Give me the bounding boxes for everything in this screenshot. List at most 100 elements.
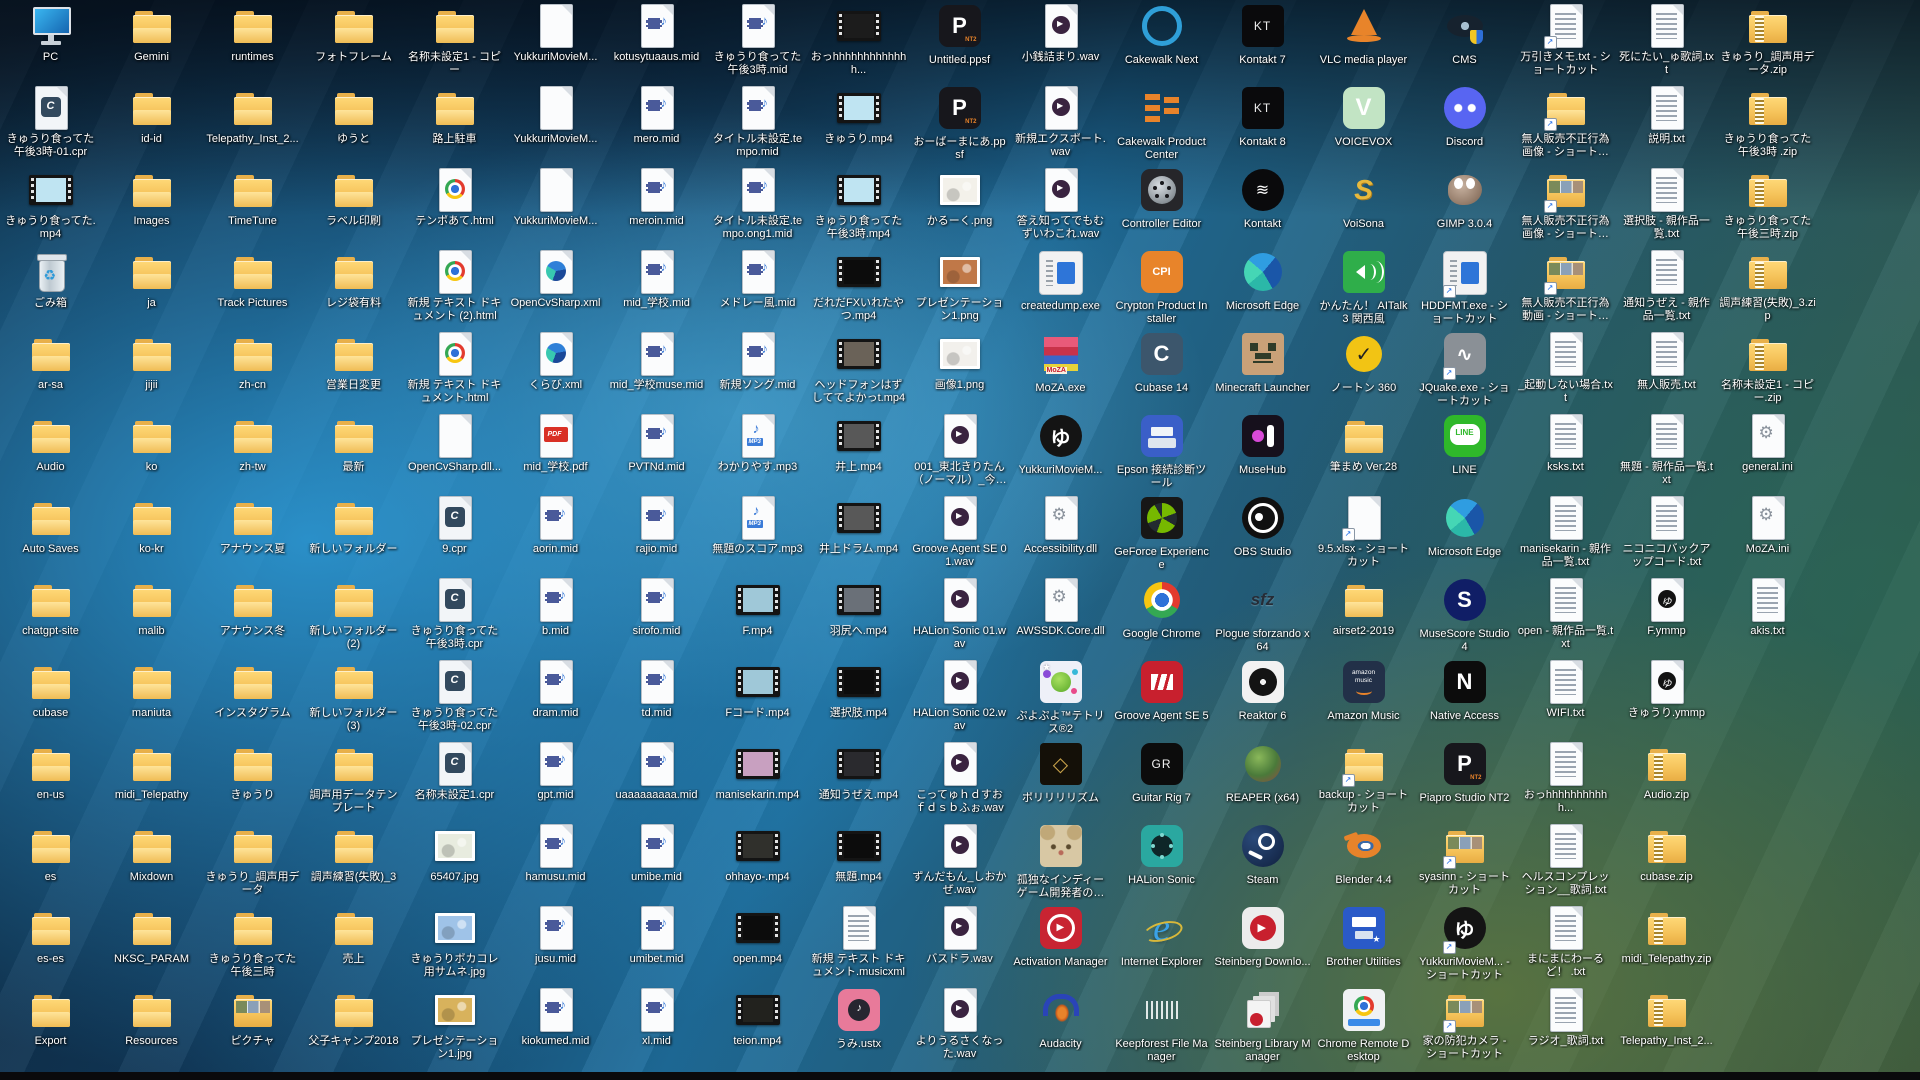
desktop-icon[interactable]: dram.mid: [505, 656, 606, 738]
desktop-icon[interactable]: プレゼンテーション1.jpg: [404, 984, 505, 1066]
desktop-icon[interactable]: en-us: [0, 738, 101, 820]
desktop-icon[interactable]: kiokumed.mid: [505, 984, 606, 1066]
desktop-icon[interactable]: Minecraft Launcher: [1212, 328, 1313, 410]
desktop-icon[interactable]: Brother Utilities: [1313, 902, 1414, 984]
desktop-icon[interactable]: PVTNd.mid: [606, 410, 707, 492]
desktop-icon[interactable]: teion.mp4: [707, 984, 808, 1066]
desktop-icon[interactable]: rajio.mid: [606, 492, 707, 574]
desktop-icon[interactable]: CMS: [1414, 0, 1515, 82]
desktop-icon[interactable]: mid_学校.mid: [606, 246, 707, 328]
desktop-icon[interactable]: Plogue sforzando x64: [1212, 574, 1313, 656]
desktop-icon[interactable]: Microsoft Edge: [1212, 246, 1313, 328]
desktop-icon[interactable]: Piapro Studio NT2: [1414, 738, 1515, 820]
desktop-icon[interactable]: GeForce Experience: [1111, 492, 1212, 574]
desktop-icon[interactable]: ko-kr: [101, 492, 202, 574]
desktop-icon[interactable]: Steinberg Library Manager: [1212, 984, 1313, 1066]
desktop-icon[interactable]: ラベル印刷: [303, 164, 404, 246]
desktop-icon[interactable]: Activation Manager: [1010, 902, 1111, 984]
desktop-icon[interactable]: 父子キャンプ2018: [303, 984, 404, 1066]
desktop-icon[interactable]: jusu.mid: [505, 902, 606, 984]
desktop-icon[interactable]: よりうるさくなった.wav: [909, 984, 1010, 1066]
desktop-icon[interactable]: mid_学校muse.mid: [606, 328, 707, 410]
desktop-icon[interactable]: きゅうり食ってた午後3時 .zip: [1717, 82, 1818, 164]
desktop-icon[interactable]: Untitled.ppsf: [909, 0, 1010, 82]
desktop-icon[interactable]: akis.txt: [1717, 574, 1818, 656]
desktop-icon[interactable]: だれだFXいれたやつ.mp4: [808, 246, 909, 328]
desktop-icon[interactable]: ぷよぷよ™テトリス®2: [1010, 656, 1111, 738]
desktop-icon[interactable]: syasinn - ショートカット: [1414, 820, 1515, 902]
desktop-icon[interactable]: Guitar Rig 7: [1111, 738, 1212, 820]
desktop-icon[interactable]: ゆうと: [303, 82, 404, 164]
desktop-icon[interactable]: 名称未設定1.cpr: [404, 738, 505, 820]
desktop-icon[interactable]: きゅうり食ってた.mp4: [0, 164, 101, 246]
desktop-icon[interactable]: ヘッドフォンはずしててよかっt.mp4: [808, 328, 909, 410]
desktop-icon[interactable]: 無人販売不正行為動画 - ショートカット: [1515, 246, 1616, 328]
desktop-icon[interactable]: midi_Telepathy: [101, 738, 202, 820]
desktop-icon[interactable]: GIMP 3.0.4: [1414, 164, 1515, 246]
desktop-icon[interactable]: NKSC_PARAM: [101, 902, 202, 984]
desktop-icon[interactable]: TimeTune: [202, 164, 303, 246]
desktop-icon[interactable]: Audacity: [1010, 984, 1111, 1066]
desktop-icon[interactable]: こってゅｈｄすおｆｄｓｂふぉ.wav: [909, 738, 1010, 820]
desktop-icon[interactable]: ラジオ_歌詞.txt: [1515, 984, 1616, 1066]
desktop-icon[interactable]: OpenCvSharp.xml: [505, 246, 606, 328]
desktop-icon[interactable]: 無題 - 親作品一覧.txt: [1616, 410, 1717, 492]
desktop-icon[interactable]: きゅうり_調声用データ: [202, 820, 303, 902]
desktop-icon[interactable]: きゅうり食ってた午後3時-01.cpr: [0, 82, 101, 164]
desktop-icon[interactable]: Steam: [1212, 820, 1313, 902]
desktop-icon[interactable]: cubase: [0, 656, 101, 738]
desktop-icon[interactable]: open.mp4: [707, 902, 808, 984]
desktop-icon[interactable]: きゅうり食ってた午後3時-02.cpr: [404, 656, 505, 738]
desktop-icon[interactable]: Cakewalk Product Center: [1111, 82, 1212, 164]
desktop-icon[interactable]: Gemini: [101, 0, 202, 82]
desktop-icon[interactable]: jijii: [101, 328, 202, 410]
desktop-icon[interactable]: Export: [0, 984, 101, 1066]
desktop-icon[interactable]: 無題.mp4: [808, 820, 909, 902]
desktop-icon[interactable]: 小銭詰まり.wav: [1010, 0, 1111, 82]
desktop-icon[interactable]: zh-tw: [202, 410, 303, 492]
desktop-icon[interactable]: 9.cpr: [404, 492, 505, 574]
desktop-icon[interactable]: Track Pictures: [202, 246, 303, 328]
desktop-icon[interactable]: 筆まめ Ver.28: [1313, 410, 1414, 492]
desktop-icon[interactable]: 新しいフォルダー (3): [303, 656, 404, 738]
desktop-icon[interactable]: manisekarin - 親作品一覧.txt: [1515, 492, 1616, 574]
desktop-icon[interactable]: 画像1.png: [909, 328, 1010, 410]
desktop-icon[interactable]: ar-sa: [0, 328, 101, 410]
desktop-icon[interactable]: 新規ソング.mid: [707, 328, 808, 410]
desktop-icon[interactable]: airset2-2019: [1313, 574, 1414, 656]
desktop-icon[interactable]: タイトル未設定.tempo.mid: [707, 82, 808, 164]
desktop-icon[interactable]: VOICEVOX: [1313, 82, 1414, 164]
desktop-icon[interactable]: maniuta: [101, 656, 202, 738]
desktop-icon[interactable]: HALion Sonic: [1111, 820, 1212, 902]
desktop-icon[interactable]: OpenCvSharp.dll...: [404, 410, 505, 492]
desktop-icon[interactable]: 無人販売.txt: [1616, 328, 1717, 410]
desktop-icon[interactable]: Internet Explorer: [1111, 902, 1212, 984]
desktop-icon[interactable]: runtimes: [202, 0, 303, 82]
desktop-icon[interactable]: kotusytuaaus.mid: [606, 0, 707, 82]
desktop-icon[interactable]: Amazon Music: [1313, 656, 1414, 738]
desktop-icon[interactable]: ずんだもん_しおかぜ.wav: [909, 820, 1010, 902]
desktop-icon[interactable]: きゅうり食ってた午後3時.cpr: [404, 574, 505, 656]
desktop-icon[interactable]: F.ymmp: [1616, 574, 1717, 656]
desktop-icon[interactable]: 羽尻へ.mp4: [808, 574, 909, 656]
desktop-icon[interactable]: かんたん！ AITalk 3 関西風: [1313, 246, 1414, 328]
desktop-icon[interactable]: 新規 テキスト ドキュメント.musicxml: [808, 902, 909, 984]
desktop-icon[interactable]: VoiSona: [1313, 164, 1414, 246]
desktop-icon[interactable]: 万引きメモ.txt - ショートカット: [1515, 0, 1616, 82]
desktop-icon[interactable]: きゅうり.ymmp: [1616, 656, 1717, 738]
desktop-icon[interactable]: ヘルスコンプレッション__歌詞.txt: [1515, 820, 1616, 902]
desktop-icon[interactable]: 名称未設定1 - コピー: [404, 0, 505, 82]
desktop-icon[interactable]: _起動しない場合.txt: [1515, 328, 1616, 410]
desktop-icon[interactable]: うみ.ustx: [808, 984, 909, 1066]
desktop-icon[interactable]: b.mid: [505, 574, 606, 656]
desktop-icon[interactable]: きゅうり食ってた午後3時.mid: [707, 0, 808, 82]
desktop-icon[interactable]: 新規 テキスト ドキュメント (2).html: [404, 246, 505, 328]
desktop-icon[interactable]: 営業日変更: [303, 328, 404, 410]
desktop-icon[interactable]: 売上: [303, 902, 404, 984]
desktop-icon[interactable]: open - 親作品一覧.txt: [1515, 574, 1616, 656]
desktop-icon[interactable]: テンポあて.html: [404, 164, 505, 246]
desktop-icon[interactable]: まにまにわーるど！ .txt: [1515, 902, 1616, 984]
desktop-icon[interactable]: かるーく.png: [909, 164, 1010, 246]
desktop-icon[interactable]: id-id: [101, 82, 202, 164]
desktop-icon[interactable]: ピクチャ: [202, 984, 303, 1066]
